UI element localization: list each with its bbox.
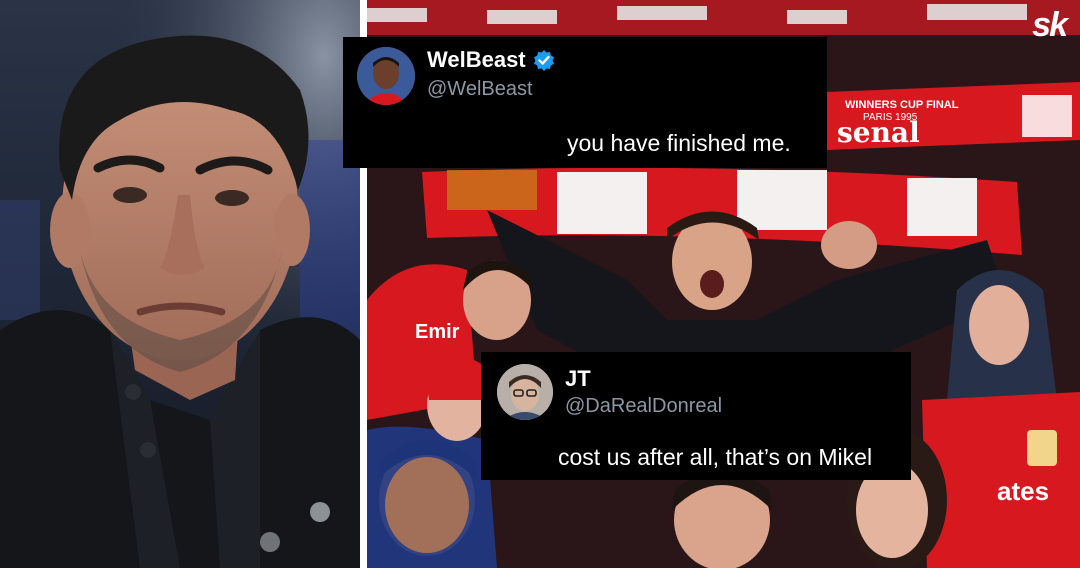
avatar[interactable] — [357, 47, 415, 105]
tweet-card[interactable]: WelBeast @WelBeast you have finished me. — [343, 37, 827, 168]
shirt-left-sponsor: Emir — [415, 321, 460, 343]
brand-logo: sk — [1032, 6, 1068, 44]
avatar-image — [497, 364, 553, 420]
avatar[interactable] — [497, 364, 553, 420]
tweet-author-name[interactable]: JT — [565, 366, 591, 392]
scarf-top-caption: WINNERS CUP FINAL — [845, 99, 959, 111]
scarf-top-name: senal — [837, 116, 920, 149]
tweet-card[interactable]: JT @DaRealDonreal cost us after all, tha… — [481, 352, 911, 480]
tweet-author-handle[interactable]: @DaRealDonreal — [565, 395, 722, 418]
portrait-illustration — [0, 0, 360, 568]
verified-badge-icon — [533, 49, 555, 71]
tweet-author-handle[interactable]: @WelBeast — [427, 78, 533, 101]
tweet-text: cost us after all, that’s on Mikel — [558, 444, 873, 470]
tweet-text: you have finished me. — [567, 130, 791, 156]
shirt-right-sponsor: ates — [997, 476, 1049, 506]
tweet-author-name[interactable]: WelBeast — [427, 47, 526, 73]
portrait-photo — [0, 0, 360, 568]
avatar-image — [357, 47, 415, 105]
